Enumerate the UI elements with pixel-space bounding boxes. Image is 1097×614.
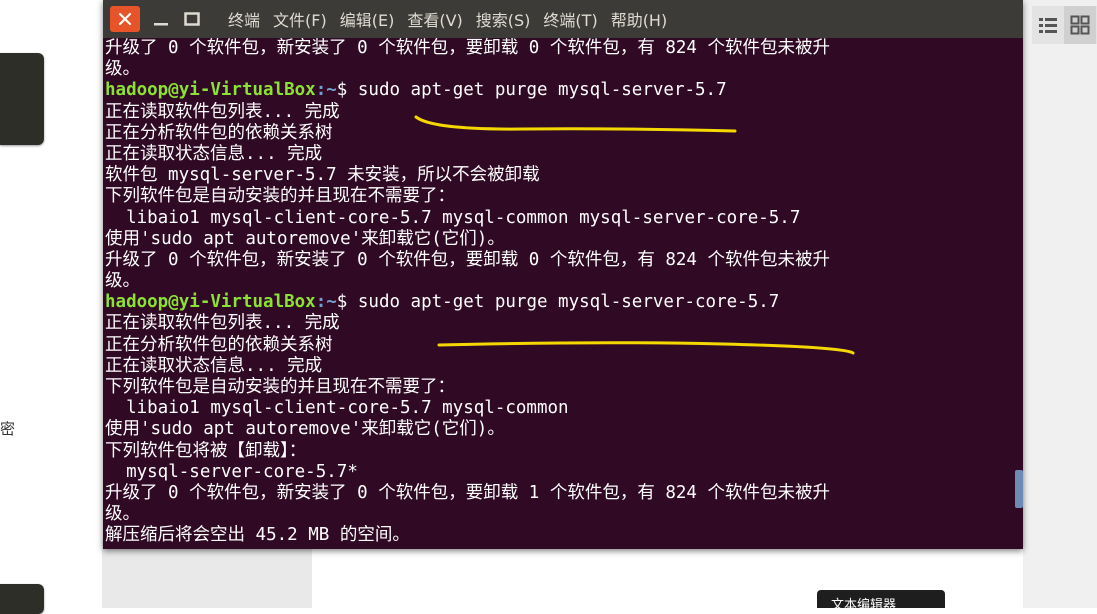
grid-view-button[interactable] — [1064, 6, 1096, 44]
output-line: 级。 — [105, 59, 140, 80]
output-line: 级。 — [105, 504, 140, 525]
command-text: $ sudo apt-get purge mysql-server-5.7 — [336, 80, 727, 101]
grid-view-icon — [1070, 15, 1090, 35]
taskbar-tooltip: 文本编辑器 — [817, 590, 945, 608]
output-line: libaio1 mysql-client-core-5.7 mysql-comm… — [105, 398, 569, 419]
minimize-button[interactable] — [148, 6, 174, 32]
side-panel-block[interactable] — [0, 584, 44, 614]
prompt-line: hadoop@yi-VirtualBox:~$ sudo apt-get pur… — [105, 80, 1010, 101]
terminal-menubar: 终端 文件(F) 编辑(E) 查看(V) 搜索(S) 终端(T) 帮助(H) — [228, 0, 680, 38]
output-line: 正在读取软件包列表... 完成 — [105, 101, 340, 122]
output-line: libaio1 mysql-client-core-5.7 mysql-comm… — [105, 207, 801, 228]
prompt-path: :~ — [315, 80, 337, 101]
maximize-icon — [184, 12, 200, 26]
menu-file[interactable]: 文件(F) — [273, 7, 327, 31]
output-line: 正在读取软件包列表... 完成 — [105, 313, 340, 334]
output-line: mysql-server-core-5.7* — [105, 461, 358, 482]
prompt-path: :~ — [315, 292, 337, 313]
output-line: 正在分析软件包的依赖关系树 — [105, 122, 333, 143]
prompt-user: hadoop@yi-VirtualBox — [105, 80, 316, 101]
menu-edit[interactable]: 编辑(E) — [340, 7, 395, 31]
menu-help[interactable]: 帮助(H) — [611, 7, 668, 31]
terminal-output[interactable]: 升级了 0 个软件包，新安装了 0 个软件包，要卸载 0 个软件包，有 824 … — [105, 38, 1010, 549]
list-view-button[interactable] — [1032, 6, 1064, 44]
minimize-icon — [154, 23, 168, 26]
background-document: 密 — [0, 0, 102, 614]
command-text: $ sudo apt-get purge mysql-server-core-5… — [336, 292, 780, 313]
terminal-window: 终端 文件(F) 编辑(E) 查看(V) 搜索(S) 终端(T) 帮助(H) 升… — [103, 0, 1023, 549]
output-line: 正在分析软件包的依赖关系树 — [105, 334, 333, 355]
output-line: 正在读取状态信息... 完成 — [105, 355, 323, 376]
terminal-titlebar: 终端 文件(F) 编辑(E) 查看(V) 搜索(S) 终端(T) 帮助(H) — [103, 0, 1023, 38]
side-panel-block[interactable] — [0, 53, 44, 145]
right-toolbar-area — [1023, 0, 1097, 608]
menu-search[interactable]: 搜索(S) — [476, 7, 531, 31]
close-icon — [118, 12, 132, 26]
output-line: 升级了 0 个软件包，新安装了 0 个软件包，要卸载 0 个软件包，有 824 … — [105, 249, 830, 270]
output-line: 解压缩后将会空出 45.2 MB 的空间。 — [105, 525, 410, 546]
view-toggle — [1032, 6, 1097, 44]
output-line: 使用'sudo apt autoremove'来卸载它(它们)。 — [105, 228, 505, 249]
output-line: 下列软件包是自动安装的并且现在不需要了： — [105, 186, 455, 207]
output-line: 下列软件包是自动安装的并且现在不需要了： — [105, 377, 455, 397]
terminal-scrollbar[interactable] — [1015, 470, 1023, 508]
background-column — [102, 540, 312, 608]
output-line: 升级了 0 个软件包，新安装了 0 个软件包，要卸载 0 个软件包，有 824 … — [105, 38, 830, 58]
maximize-button[interactable] — [179, 6, 205, 32]
output-line: 升级了 0 个软件包，新安装了 0 个软件包，要卸载 1 个软件包，有 824 … — [105, 482, 830, 503]
menu-terminal-2[interactable]: 终端(T) — [543, 7, 597, 31]
menu-terminal[interactable]: 终端 — [228, 7, 260, 31]
prompt-user: hadoop@yi-VirtualBox — [105, 292, 316, 313]
output-line: 级。 — [105, 271, 140, 292]
menu-view[interactable]: 查看(V) — [407, 7, 462, 31]
list-view-icon — [1039, 18, 1057, 33]
output-line: 正在读取状态信息... 完成 — [105, 143, 323, 164]
close-button[interactable] — [110, 6, 140, 32]
side-text: 密 — [0, 420, 16, 438]
prompt-line: hadoop@yi-VirtualBox:~$ sudo apt-get pur… — [105, 292, 1010, 313]
output-line: 软件包 mysql-server-5.7 未安装，所以不会被卸载 — [105, 165, 540, 186]
output-line: 使用'sudo apt autoremove'来卸载它(它们)。 — [105, 419, 505, 440]
output-line: 下列软件包将被【卸载】： — [105, 440, 307, 461]
